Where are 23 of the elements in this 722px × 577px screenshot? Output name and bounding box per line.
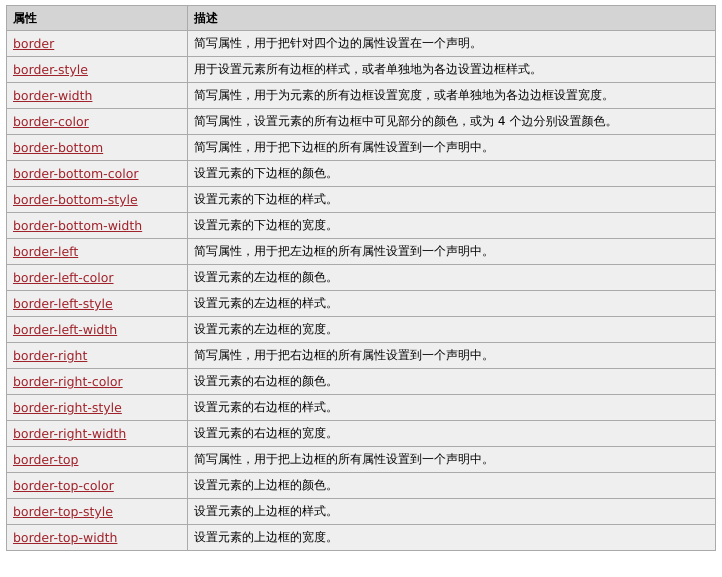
- column-header: 属性: [6, 6, 188, 30]
- description-cell: 简写属性，用于为元素的所有边框设置宽度，或者单独地为各边边框设置宽度。: [188, 82, 716, 108]
- description-cell: 简写属性，用于把上边框的所有属性设置到一个声明中。: [188, 446, 716, 472]
- property-link[interactable]: border: [13, 36, 54, 51]
- description-cell: 设置元素的右边框的样式。: [188, 394, 716, 420]
- description-cell: 设置元素的下边框的样式。: [188, 186, 716, 212]
- description-cell: 设置元素的右边框的宽度。: [188, 420, 716, 446]
- description-cell: 设置元素的左边框的颜色。: [188, 264, 716, 290]
- description-cell: 简写属性，用于把右边框的所有属性设置到一个声明中。: [188, 342, 716, 368]
- description-cell: 简写属性，设置元素的所有边框中可见部分的颜色，或为 4 个边分别设置颜色。: [188, 108, 716, 134]
- description-cell: 设置元素的上边框的颜色。: [188, 472, 716, 498]
- column-header: 描述: [188, 6, 716, 30]
- description-cell: 设置元素的左边框的宽度。: [188, 316, 716, 342]
- description-cell: 用于设置元素所有边框的样式，或者单独地为各边设置边框样式。: [188, 56, 716, 82]
- description-cell: 设置元素的上边框的样式。: [188, 498, 716, 524]
- description-cell: 设置元素的下边框的宽度。: [188, 212, 716, 238]
- description-cell: 设置元素的右边框的颜色。: [188, 368, 716, 394]
- description-cell: 简写属性，用于把左边框的所有属性设置到一个声明中。: [188, 238, 716, 264]
- description-cell: 简写属性，用于把针对四个边的属性设置在一个声明。: [188, 30, 716, 56]
- description-cell: 设置元素的下边框的颜色。: [188, 160, 716, 186]
- description-cell: 简写属性，用于把下边框的所有属性设置到一个声明中。: [188, 134, 716, 160]
- description-cell: 设置元素的左边框的样式。: [188, 290, 716, 316]
- description-cell: 设置元素的上边框的宽度。: [188, 524, 716, 550]
